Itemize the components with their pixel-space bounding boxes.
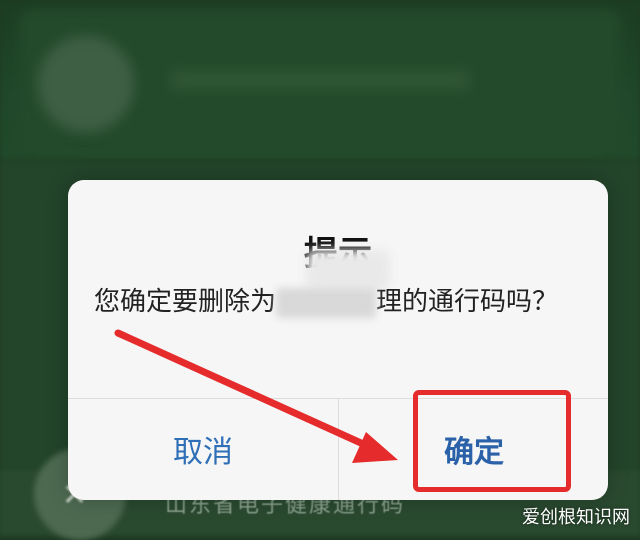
annotation-arrow-icon [114, 329, 398, 463]
watermark: 爱创根知识网 [522, 507, 630, 528]
